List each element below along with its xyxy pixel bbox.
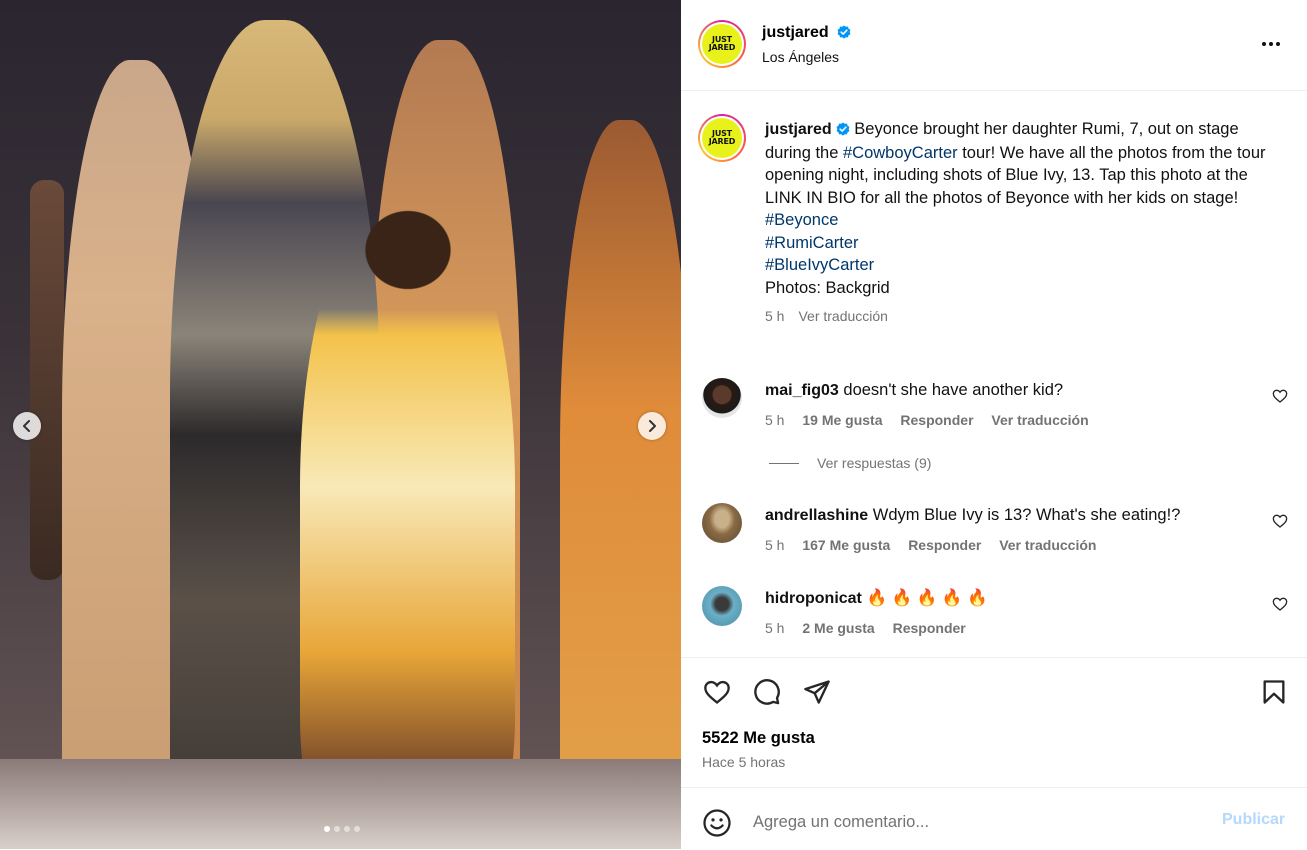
carousel-next-button[interactable] [638, 412, 666, 440]
reply-button[interactable]: Responder [893, 620, 966, 636]
justjared-logo: JUST JARED [702, 24, 742, 64]
comment-input[interactable] [751, 809, 1195, 835]
translate-button[interactable]: Ver traducción [798, 308, 888, 324]
comment-icon [754, 679, 780, 705]
comment-composer: Publicar [681, 787, 1307, 850]
caption-username[interactable]: justjared [765, 121, 832, 138]
post-photo[interactable] [0, 0, 681, 849]
comment-likes[interactable]: 167 Me gusta [802, 537, 890, 553]
share-icon [804, 680, 830, 704]
comment-time[interactable]: 5 h [765, 620, 784, 636]
more-options-icon[interactable] [1259, 34, 1283, 54]
comment-text: doesn't she have another kid? [843, 381, 1064, 399]
view-replies-label: Ver respuestas (9) [817, 455, 932, 471]
photo-figure [300, 190, 515, 849]
comment-button[interactable] [751, 676, 783, 708]
verified-icon [836, 122, 850, 136]
save-button[interactable] [1258, 676, 1290, 708]
comment-text: Wdym Blue Ivy is 13? What's she eating!? [872, 506, 1181, 524]
translate-button[interactable]: Ver traducción [991, 412, 1088, 428]
post-header: JUST JARED justjared Los Ángeles [681, 0, 1307, 91]
comment-username[interactable]: andrellashine [765, 507, 868, 524]
comment-likes[interactable]: 2 Me gusta [802, 620, 874, 636]
reply-button[interactable]: Responder [900, 412, 973, 428]
heart-icon[interactable] [1272, 513, 1288, 529]
translate-button[interactable]: Ver traducción [999, 537, 1096, 553]
comment-likes[interactable]: 19 Me gusta [802, 412, 882, 428]
header-username[interactable]: justjared [762, 24, 829, 41]
divider [769, 462, 799, 464]
heart-icon[interactable] [1272, 596, 1288, 612]
avatar[interactable] [702, 586, 742, 626]
bookmark-icon [1263, 680, 1285, 704]
post-panel: JUST JARED justjared Los Ángeles JUST JARE… [681, 0, 1307, 849]
publish-button[interactable]: Publicar [1222, 811, 1285, 829]
comment-username[interactable]: mai_fig03 [765, 382, 839, 399]
hashtag-link[interactable]: #Beyonce [765, 209, 1275, 232]
caption: justjared Beyonce brought her daughter R… [765, 118, 1275, 328]
post-actions: 5522 Me gusta Hace 5 horas [681, 657, 1307, 788]
hashtag-link[interactable]: #RumiCarter [765, 232, 1275, 255]
share-button[interactable] [801, 676, 833, 708]
photo-stage [0, 759, 681, 849]
header-location[interactable]: Los Ángeles [762, 49, 839, 65]
comment-time[interactable]: 5 h [765, 537, 784, 553]
carousel-dot [354, 826, 360, 832]
comment-username[interactable]: hidroponicat [765, 590, 862, 607]
chevron-left-icon [23, 420, 30, 432]
verified-icon [837, 25, 851, 39]
photo-figure [30, 180, 64, 580]
comment-time[interactable]: 5 h [765, 412, 784, 428]
reply-button[interactable]: Responder [908, 537, 981, 553]
emoji-icon[interactable] [702, 808, 732, 838]
photo-credit: Photos: Backgrid [765, 278, 890, 297]
post-timestamp[interactable]: Hace 5 horas [702, 754, 785, 770]
like-button[interactable] [701, 676, 733, 708]
heart-icon[interactable] [1272, 388, 1288, 404]
comment-text: 🔥 🔥 🔥 🔥 🔥 [866, 589, 988, 607]
heart-icon [704, 680, 730, 704]
caption-avatar[interactable]: JUST JARED [698, 114, 746, 162]
carousel-dot [334, 826, 340, 832]
likes-count[interactable]: 5522 Me gusta [702, 729, 815, 748]
avatar[interactable] [702, 503, 742, 543]
avatar[interactable] [702, 378, 742, 418]
justjared-logo: JUST JARED [702, 118, 742, 158]
carousel-dots [324, 826, 360, 832]
carousel-dot [324, 826, 330, 832]
hashtag-link[interactable]: #BlueIvyCarter [765, 254, 1275, 277]
photo-figure [560, 120, 681, 849]
view-replies-button[interactable]: Ver respuestas (9) [769, 455, 931, 471]
hashtag-link[interactable]: #CowboyCarter [843, 144, 958, 162]
caption-time[interactable]: 5 h [765, 308, 784, 324]
carousel-dot [344, 826, 350, 832]
carousel-prev-button[interactable] [13, 412, 41, 440]
avatar[interactable]: JUST JARED [698, 20, 746, 68]
chevron-right-icon [649, 420, 656, 432]
